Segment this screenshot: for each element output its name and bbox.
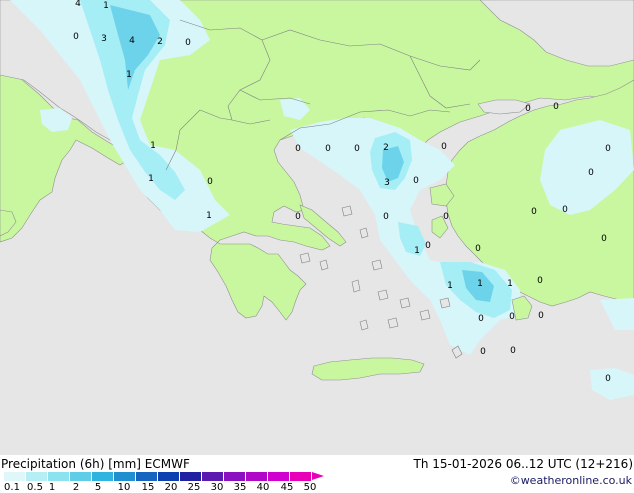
value-label: 0 — [562, 205, 568, 215]
value-label: 0 — [73, 32, 79, 42]
value-label: 1 — [148, 174, 154, 184]
color-scale-swatch — [202, 472, 224, 481]
color-scale-swatch — [4, 472, 26, 481]
color-scale-swatch — [224, 472, 246, 481]
color-scale — [4, 472, 324, 481]
value-label: 0 — [553, 102, 559, 112]
value-label: 4 — [75, 0, 81, 9]
value-label: 1 — [206, 211, 212, 221]
color-scale-tick-label: 0.1 — [4, 482, 20, 493]
value-label: 1 — [126, 70, 132, 80]
value-label: 0 — [538, 311, 544, 321]
color-scale-swatch — [26, 472, 48, 481]
value-label: 1 — [414, 246, 420, 256]
value-label: 4 — [129, 36, 135, 46]
color-scale-tick-label: 2 — [72, 482, 80, 493]
color-scale-tick-label: 0.5 — [27, 482, 43, 493]
value-label: 0 — [413, 176, 419, 186]
value-label: 1 — [150, 141, 156, 151]
color-scale-tick-label: 50 — [303, 482, 317, 493]
value-label: 0 — [537, 276, 543, 286]
color-scale-swatch — [114, 472, 136, 481]
value-label: 0 — [601, 234, 607, 244]
color-scale-swatch — [136, 472, 158, 481]
value-label: 0 — [295, 144, 301, 154]
value-label: 2 — [157, 37, 163, 47]
value-label: 2 — [383, 143, 389, 153]
color-scale-tick-label: 45 — [280, 482, 294, 493]
color-scale-tick-label: 15 — [141, 482, 155, 493]
value-label: 0 — [588, 168, 594, 178]
color-scale-swatch — [290, 472, 312, 481]
color-scale-tick-label: 40 — [256, 482, 270, 493]
color-scale-swatch — [246, 472, 268, 481]
color-scale-tick-label: 30 — [210, 482, 224, 493]
value-label: 0 — [383, 212, 389, 222]
precipitation-map: 4 10 3 4 2 010 011 010 0 00203000 00001 01 1 1 00000 00… — [0, 0, 634, 455]
value-label: 1 — [477, 279, 483, 289]
value-label: 0 — [185, 38, 191, 48]
value-label: 3 — [384, 178, 390, 188]
value-label: 0 — [425, 241, 431, 251]
color-scale-tick-label: 10 — [117, 482, 131, 493]
color-scale-swatch — [158, 472, 180, 481]
color-scale-tick-label: 25 — [187, 482, 201, 493]
value-label: 0 — [605, 144, 611, 154]
color-scale-swatch — [268, 472, 290, 481]
value-label: 0 — [531, 207, 537, 217]
value-label: 1 — [447, 281, 453, 291]
value-label: 0 — [510, 346, 516, 356]
value-label: 0 — [605, 374, 611, 384]
value-label: 0 — [480, 347, 486, 357]
value-label: 0 — [354, 144, 360, 154]
footer: Precipitation (6h) [mm] ECMWF Th 15-01-2… — [0, 455, 634, 493]
value-label: 0 — [443, 212, 449, 222]
value-label: 0 — [441, 142, 447, 152]
value-label: 0 — [525, 104, 531, 114]
color-scale-tick-label: 1 — [48, 482, 56, 493]
color-scale-tick-label: 35 — [233, 482, 247, 493]
product-title: Precipitation (6h) [mm] ECMWF — [1, 457, 190, 471]
value-label: 1 — [103, 1, 109, 11]
value-label: 0 — [475, 244, 481, 254]
value-label: 0 — [325, 144, 331, 154]
color-scale-swatch — [48, 472, 70, 481]
validity-time: Th 15-01-2026 06..12 UTC (12+216) — [413, 457, 633, 471]
color-scale-swatch — [180, 472, 202, 481]
color-scale-swatch — [92, 472, 114, 481]
color-scale-swatch — [70, 472, 92, 481]
credit-link[interactable]: ©weatheronline.co.uk — [510, 474, 632, 487]
value-label: 1 — [507, 279, 513, 289]
value-label: 0 — [478, 314, 484, 324]
value-label: 3 — [101, 34, 107, 44]
value-label: 0 — [295, 212, 301, 222]
value-label: 0 — [207, 177, 213, 187]
color-scale-tick-label: 5 — [94, 482, 102, 493]
color-scale-arrow — [312, 472, 324, 480]
color-scale-tick-label: 20 — [164, 482, 178, 493]
value-label: 0 — [509, 312, 515, 322]
